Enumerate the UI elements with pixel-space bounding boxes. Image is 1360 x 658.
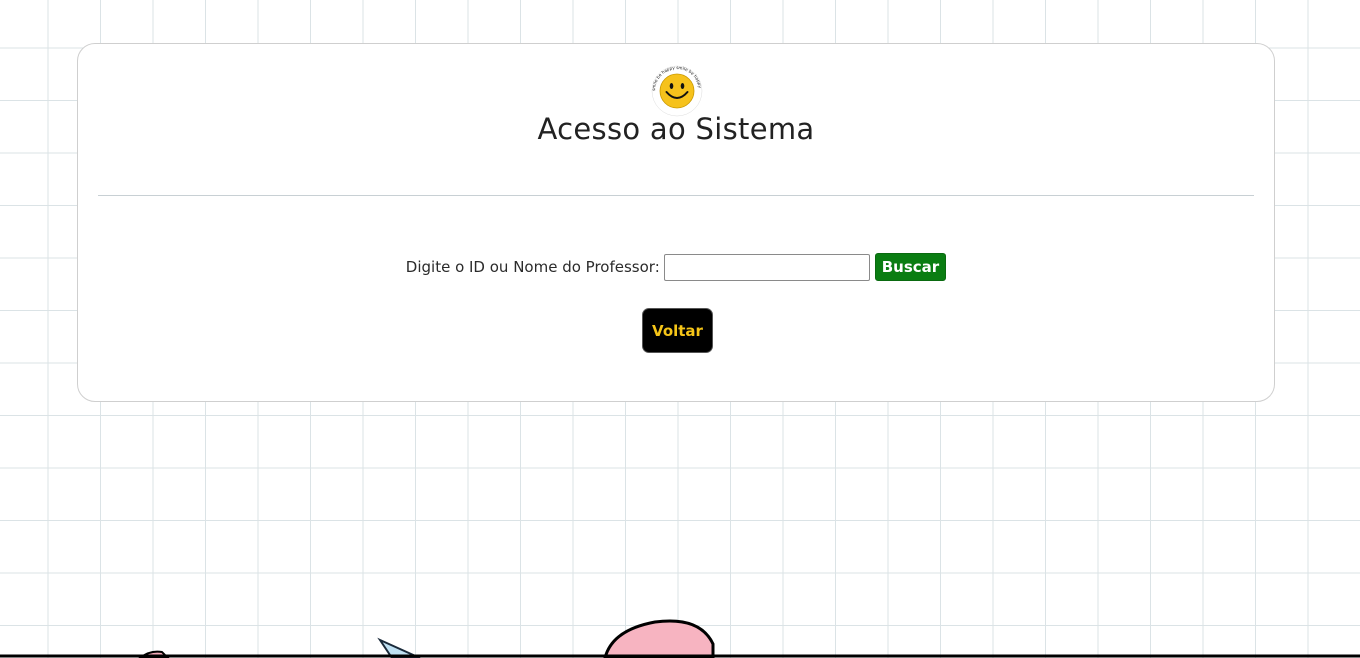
- search-form: Digite o ID ou Nome do Professor: Buscar: [78, 253, 1274, 281]
- teacher-search-input[interactable]: [663, 253, 870, 281]
- background-decoration: [0, 619, 1360, 658]
- page-title: Acesso ao Sistema: [537, 112, 815, 146]
- back-button[interactable]: Voltar: [642, 308, 713, 353]
- smiley-face-icon: smile be happy smile be happy: [651, 65, 703, 117]
- search-label: Digite o ID ou Nome do Professor:: [405, 258, 660, 276]
- search-button[interactable]: Buscar: [874, 253, 947, 281]
- pink-cloud-icon: [603, 619, 715, 658]
- divider: [98, 195, 1254, 196]
- login-card: smile be happy smile be happy Acesso ao …: [77, 43, 1275, 402]
